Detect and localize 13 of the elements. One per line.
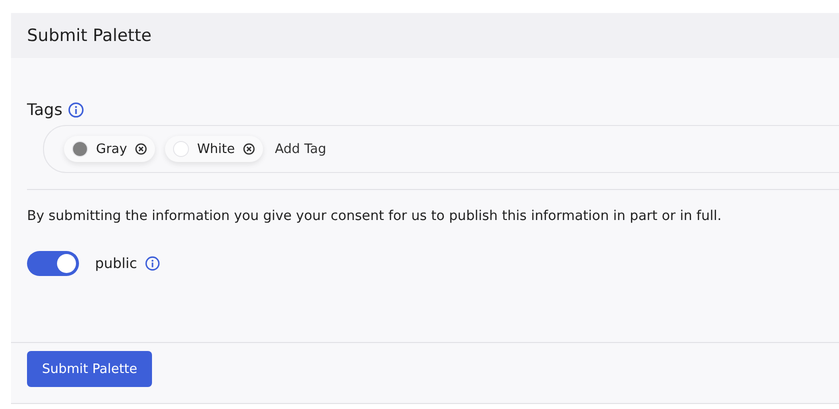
- form-title: Submit Palette: [27, 26, 152, 46]
- submit-button[interactable]: Submit Palette: [27, 351, 152, 387]
- consent-text: By submitting the information you give your consent for us to publish this information in part or in full.: [27, 208, 723, 224]
- tag-name: White: [197, 142, 235, 156]
- info-icon: [68, 102, 84, 118]
- remove-icon[interactable]: [135, 143, 148, 155]
- remove-icon[interactable]: [242, 143, 255, 155]
- info-icon: [145, 256, 160, 271]
- tags-label: Tags: [27, 100, 62, 119]
- public-toggle[interactable]: [27, 251, 79, 276]
- add-tag-input[interactable]: Add Tag: [272, 140, 397, 158]
- public-label: public: [95, 256, 138, 272]
- tag-name: Gray: [96, 142, 128, 156]
